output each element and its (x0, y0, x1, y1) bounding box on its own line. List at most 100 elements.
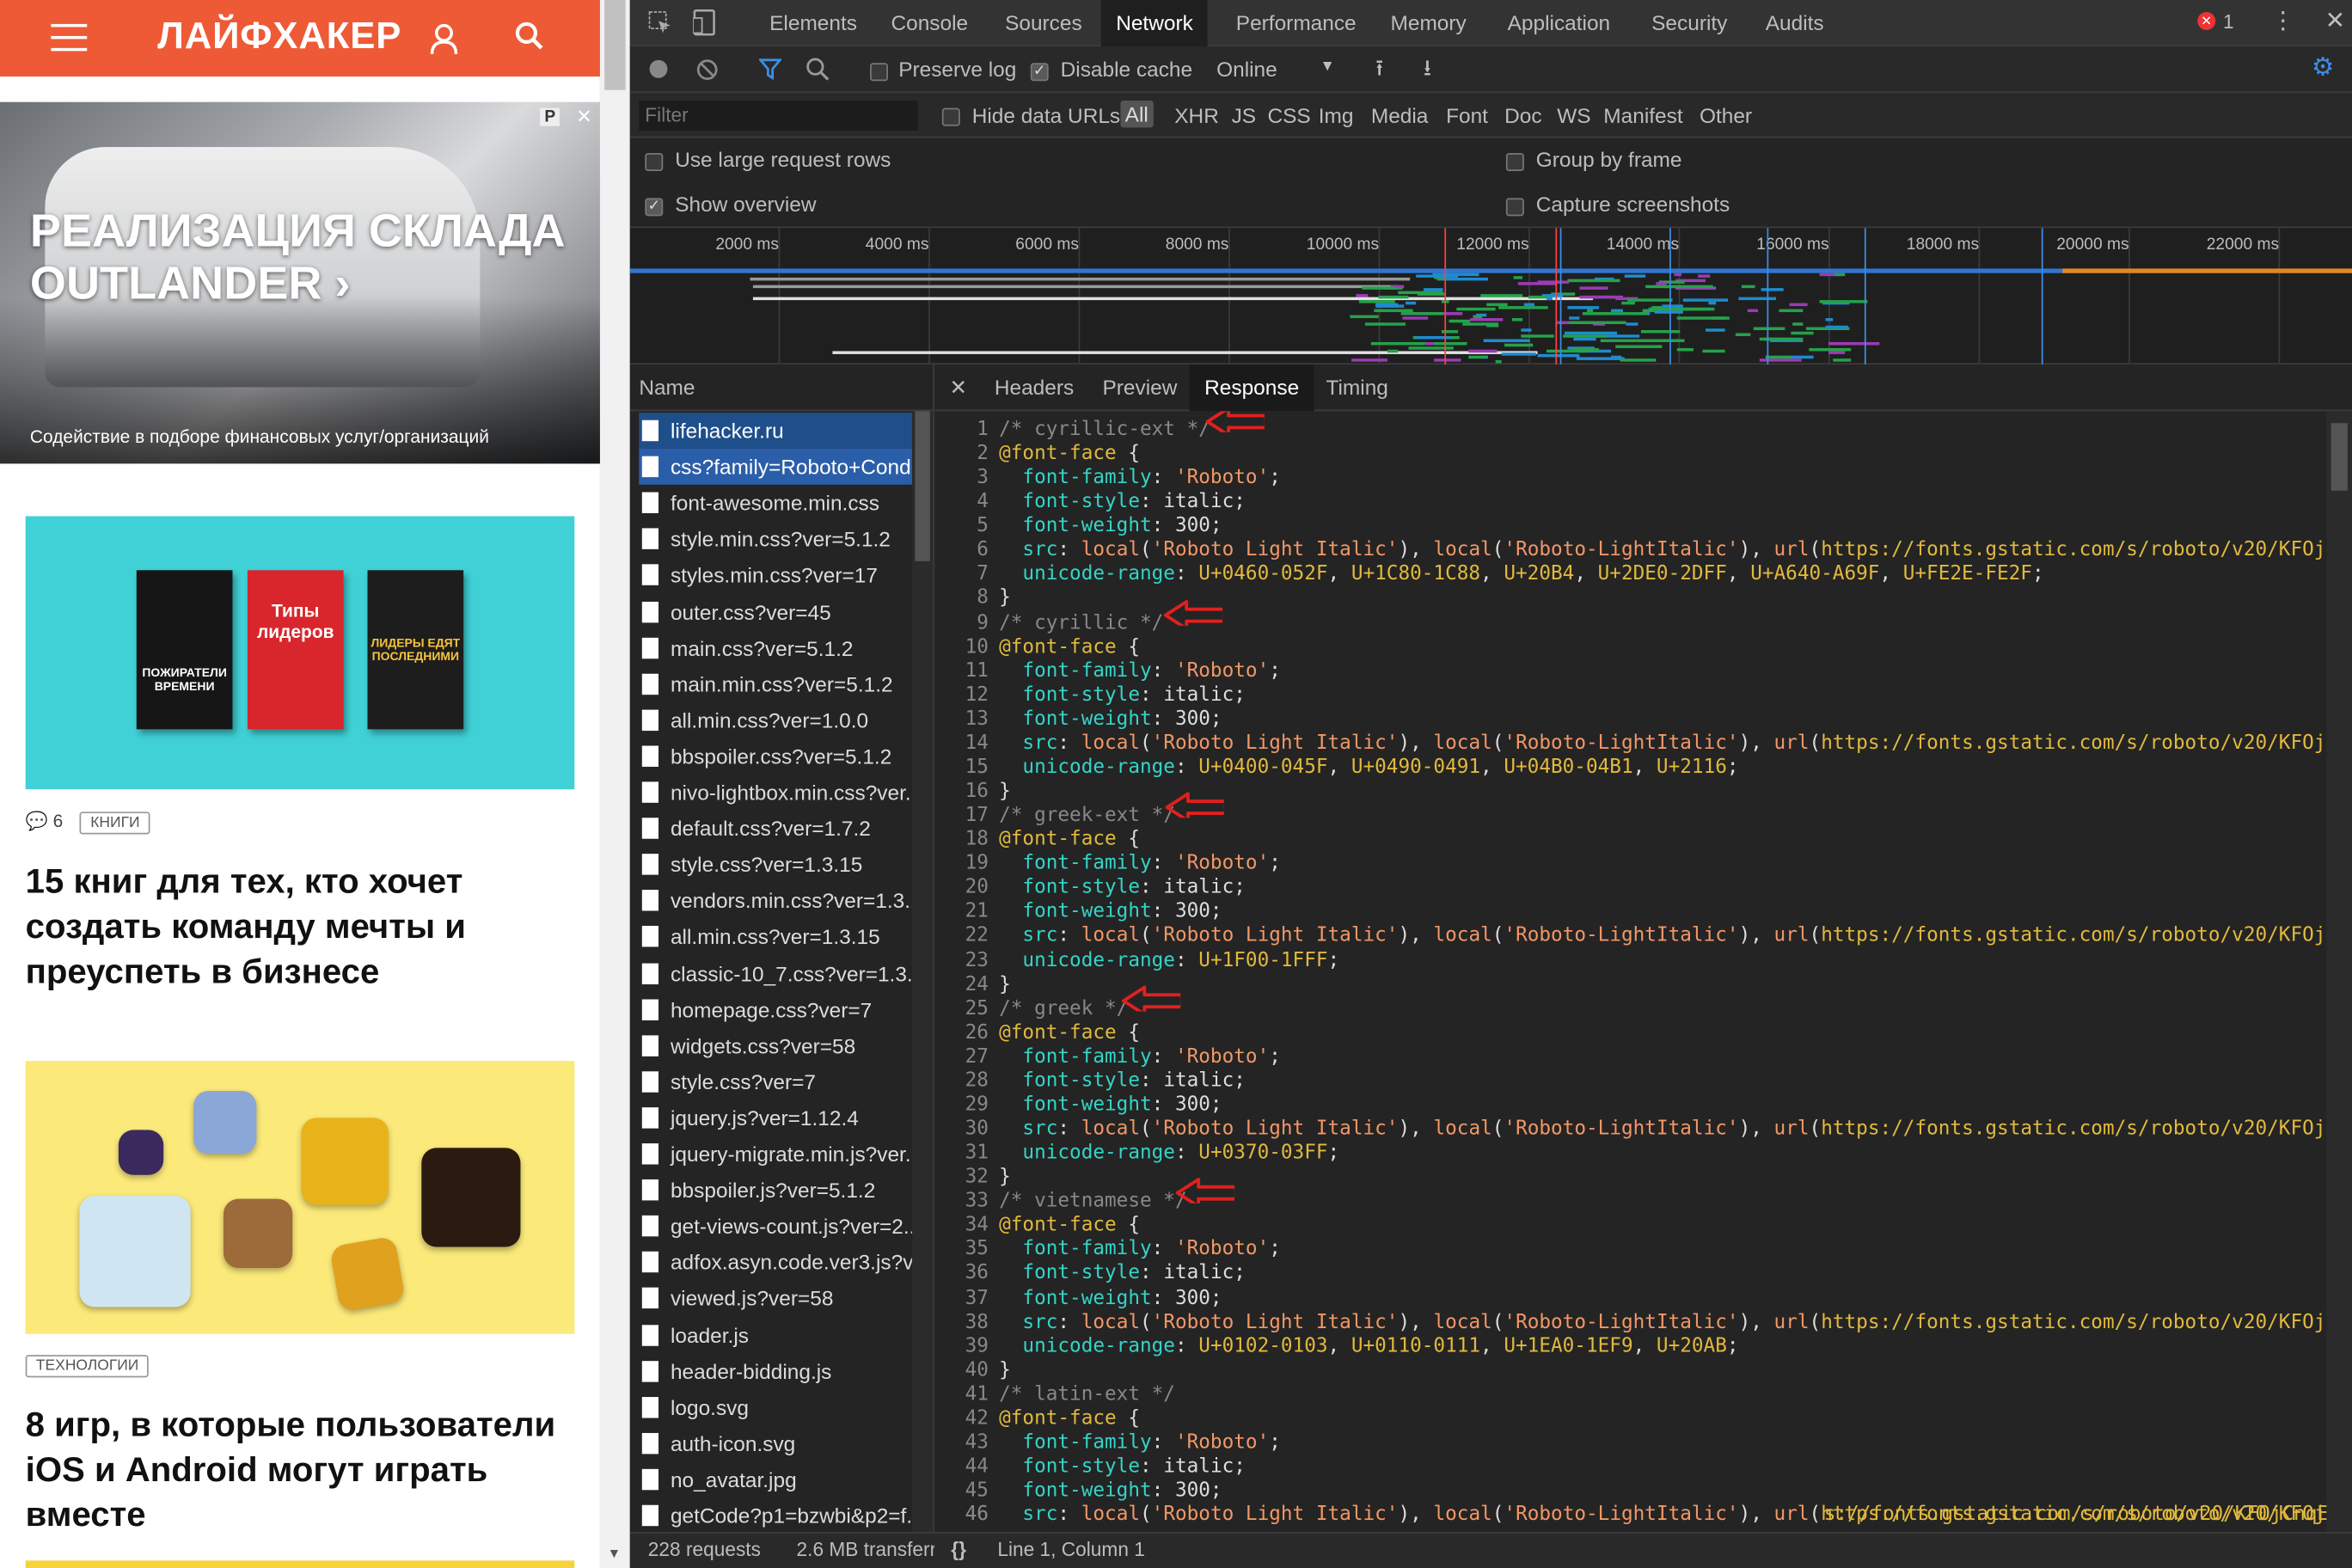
request-row[interactable]: all.min.css?ver=1.0.0 (639, 702, 912, 738)
inspect-icon[interactable] (648, 10, 672, 34)
error-count[interactable]: 1 (2223, 10, 2234, 33)
preserve-log-label[interactable]: Preserve log (898, 57, 1016, 81)
request-row[interactable]: bbspoiler.js?ver=5.1.2 (639, 1172, 912, 1208)
request-row[interactable]: header-bidding.js (639, 1353, 912, 1389)
large-rows-checkbox[interactable] (645, 149, 664, 173)
request-row[interactable]: auth-icon.svg (639, 1425, 912, 1461)
request-row[interactable]: style.css?ver=1.3.15 (639, 847, 912, 883)
search-icon[interactable] (805, 57, 830, 81)
capture-screenshots-checkbox[interactable] (1505, 193, 1524, 217)
gear-icon[interactable]: ⚙ (2312, 52, 2335, 83)
tab-timing[interactable]: Timing (1326, 364, 1387, 411)
chevron-down-icon[interactable]: ▼ (1320, 58, 1335, 75)
hide-data-urls-checkbox[interactable] (941, 103, 960, 127)
category-tag[interactable]: ТЕХНОЛОГИИ (25, 1355, 150, 1378)
category-tag[interactable]: КНИГИ (80, 812, 150, 835)
tab-memory[interactable]: Memory (1391, 0, 1467, 46)
tab-preview[interactable]: Preview (1103, 364, 1178, 411)
request-row[interactable]: outer.css?ver=45 (639, 593, 912, 629)
request-row[interactable]: style.min.css?ver=5.1.2 (639, 521, 912, 557)
filter-font[interactable]: Font (1446, 103, 1488, 127)
capture-screenshots-label[interactable]: Capture screenshots (1536, 192, 1730, 216)
request-row[interactable]: default.css?ver=1.7.2 (639, 811, 912, 847)
tab-security[interactable]: Security (1651, 0, 1727, 46)
response-scrollbar[interactable] (2326, 411, 2352, 1533)
filter-css[interactable]: CSS (1267, 103, 1310, 127)
article-image-games[interactable] (25, 1061, 575, 1334)
menu-icon[interactable] (51, 23, 88, 52)
group-by-frame-checkbox[interactable] (1505, 149, 1524, 173)
more-icon[interactable]: ⋮ (2271, 6, 2295, 36)
throttle-select[interactable]: Online (1216, 57, 1277, 81)
request-row[interactable]: getCode?p1=bzwbi&p2=f... (639, 1498, 912, 1534)
request-row[interactable]: main.min.css?ver=5.1.2 (639, 665, 912, 701)
request-row[interactable]: bbspoiler.css?ver=5.1.2 (639, 738, 912, 775)
request-row[interactable]: no_avatar.jpg (639, 1461, 912, 1498)
tab-sources[interactable]: Sources (1005, 0, 1082, 46)
request-row[interactable]: jquery-migrate.min.js?ver... (639, 1136, 912, 1172)
article-title[interactable]: 15 книг для тех, кто хочет создать коман… (26, 858, 575, 993)
timeline-overview[interactable]: 2000 ms 4000 ms 6000 ms 8000 ms 10000 ms… (629, 228, 2352, 365)
hide-data-urls-label[interactable]: Hide data URLs (972, 103, 1120, 127)
filter-media[interactable]: Media (1371, 103, 1429, 127)
close-icon[interactable]: ✕ (2325, 6, 2345, 36)
request-row[interactable]: styles.min.css?ver=17 (639, 557, 912, 593)
request-row[interactable]: adfox.asyn.code.ver3.js?ve... (639, 1245, 912, 1281)
filter-all[interactable]: All (1120, 100, 1154, 128)
article-image[interactable] (25, 1560, 575, 1568)
close-icon[interactable]: ✕ (950, 364, 967, 411)
request-row[interactable]: css?family=Roboto+Cond... (639, 449, 912, 485)
filter-js[interactable]: JS (1232, 103, 1257, 127)
request-row[interactable]: main.css?ver=5.1.2 (639, 629, 912, 665)
request-list-scrollbar[interactable] (911, 411, 934, 1533)
request-row[interactable]: logo.svg (639, 1389, 912, 1425)
show-overview-checkbox[interactable]: ✓ (645, 193, 664, 217)
tab-headers[interactable]: Headers (995, 364, 1074, 411)
filter-icon[interactable] (758, 58, 782, 80)
request-row[interactable]: vendors.min.css?ver=1.3.15 (639, 883, 912, 919)
close-icon[interactable]: ✕ (576, 105, 592, 129)
response-code-viewer[interactable]: 1 /* cyrillic-ext */ 2 @font-face {3 font-f… (934, 411, 2352, 1532)
filter-other[interactable]: Other (1700, 103, 1752, 127)
clear-icon[interactable] (696, 58, 719, 81)
tab-audits[interactable]: Audits (1766, 0, 1824, 46)
tab-network[interactable]: Network (1100, 0, 1209, 47)
request-row[interactable]: homepage.css?ver=7 (639, 991, 912, 1027)
tab-console[interactable]: Console (891, 0, 968, 46)
request-row[interactable]: get-views-count.js?ver=2... (639, 1208, 912, 1244)
filter-input[interactable]: Filter (639, 100, 918, 131)
record-icon[interactable] (649, 59, 668, 78)
filter-xhr[interactable]: XHR (1174, 103, 1219, 127)
request-row[interactable]: classic-10_7.css?ver=1.3.15 (639, 955, 912, 991)
disable-cache-label[interactable]: Disable cache (1061, 57, 1192, 81)
preserve-log-checkbox[interactable] (870, 58, 888, 83)
tab-performance[interactable]: Performance (1236, 0, 1357, 46)
import-icon[interactable]: ⭱ (1375, 52, 1383, 90)
filter-manifest[interactable]: Manifest (1603, 103, 1682, 127)
request-row[interactable]: lifehacker.ru (639, 413, 912, 449)
request-row[interactable]: widgets.css?ver=58 (639, 1027, 912, 1063)
request-row[interactable]: viewed.js?ver=58 (639, 1281, 912, 1317)
export-icon[interactable]: ⭳ (1424, 52, 1431, 90)
tab-application[interactable]: Application (1508, 0, 1611, 46)
name-column-header[interactable]: Name (629, 364, 935, 412)
error-icon[interactable]: ✕ (2197, 11, 2216, 30)
article-image-books[interactable]: ПОЖИРАТЕЛИ ВРЕМЕНИ Типы лидеров ЛИДЕРЫ Е… (25, 516, 575, 790)
group-by-frame-label[interactable]: Group by frame (1536, 147, 1682, 171)
tab-response[interactable]: Response (1189, 364, 1314, 412)
filter-ws[interactable]: WS (1557, 103, 1590, 127)
request-row[interactable]: style.css?ver=7 (639, 1063, 912, 1099)
show-overview-label[interactable]: Show overview (675, 192, 816, 216)
site-logo[interactable]: ЛАЙФХАКЕР (157, 15, 401, 58)
search-icon[interactable] (515, 21, 545, 51)
filter-img[interactable]: Img (1319, 103, 1354, 127)
request-row[interactable]: nivo-lightbox.min.css?ver... (639, 775, 912, 811)
tab-elements[interactable]: Elements (769, 0, 857, 46)
request-row[interactable]: loader.js (639, 1317, 912, 1353)
article-title[interactable]: 8 игр, в которые пользователи iOS и Andr… (26, 1401, 575, 1536)
page-scrollbar[interactable]: ▼ (599, 0, 630, 1568)
disable-cache-checkbox[interactable]: ✓ (1030, 58, 1049, 83)
pretty-print-icon[interactable]: {} (951, 1534, 966, 1566)
ad-title[interactable]: РЕАЛИЗАЦИЯ СКЛАДА OUTLANDER › (30, 204, 585, 309)
device-toggle-icon[interactable] (693, 9, 717, 36)
